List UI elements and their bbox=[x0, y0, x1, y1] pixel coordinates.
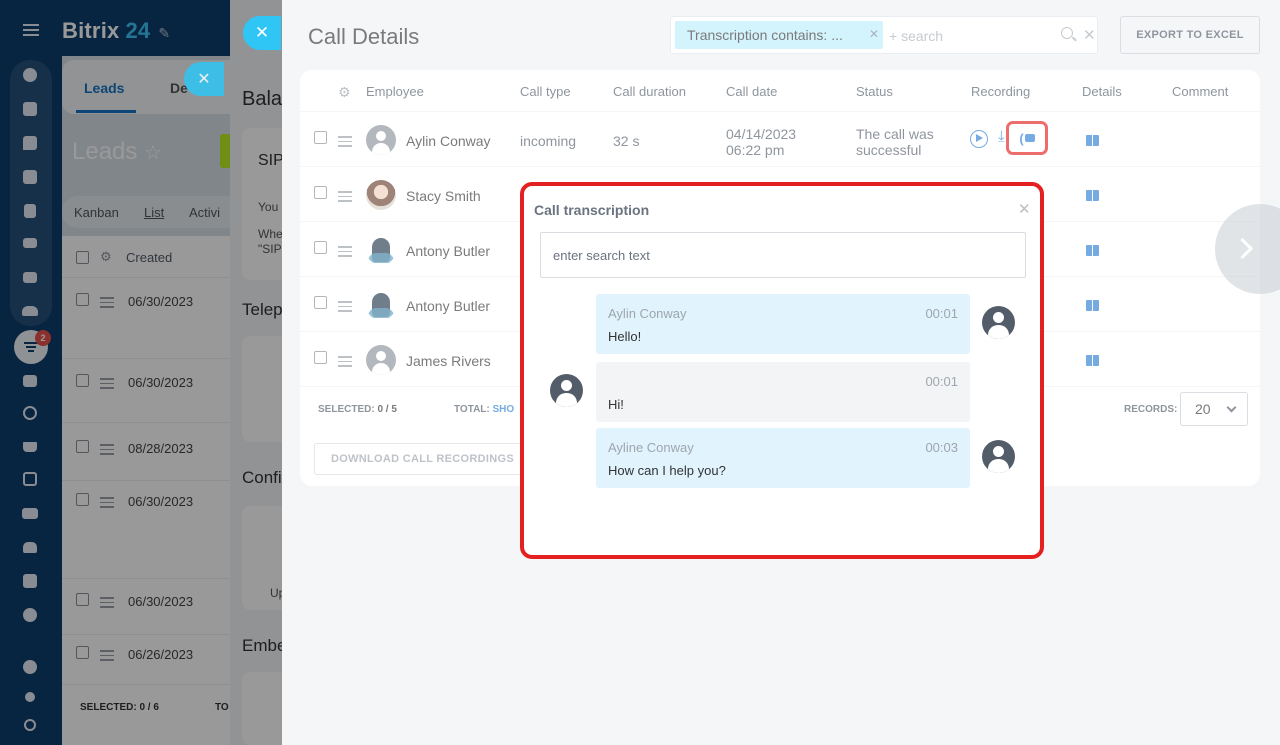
user-avatar-icon bbox=[550, 374, 583, 407]
call-transcription-popup: Call transcription ✕ Aylin Conway 00:01 … bbox=[520, 182, 1044, 559]
message-text: How can I help you? bbox=[608, 463, 726, 478]
message-text: Hello! bbox=[608, 329, 642, 344]
message-time: 00:01 bbox=[925, 374, 958, 389]
user-avatar-icon bbox=[982, 440, 1015, 473]
user-avatar-icon bbox=[982, 306, 1015, 339]
message-time: 00:03 bbox=[925, 440, 958, 455]
close-slider-button[interactable]: ✕ bbox=[184, 62, 224, 96]
transcription-search-input[interactable] bbox=[540, 232, 1026, 278]
transcript-message: Aylin Conway 00:01 Hello! bbox=[596, 294, 970, 354]
speaker-name: Ayline Conway bbox=[608, 440, 694, 455]
message-text: Hi! bbox=[608, 397, 624, 412]
popup-title: Call transcription bbox=[534, 202, 650, 218]
transcript-message: Ayline Conway 00:03 How can I help you? bbox=[596, 428, 970, 488]
close-call-details-button[interactable]: ✕ bbox=[243, 16, 281, 50]
message-time: 00:01 bbox=[925, 306, 958, 321]
close-icon[interactable]: ✕ bbox=[1018, 200, 1031, 218]
transcript-message: 00:01 Hi! bbox=[596, 362, 970, 422]
background-overlay[interactable] bbox=[0, 0, 282, 745]
speaker-name: Aylin Conway bbox=[608, 306, 687, 321]
